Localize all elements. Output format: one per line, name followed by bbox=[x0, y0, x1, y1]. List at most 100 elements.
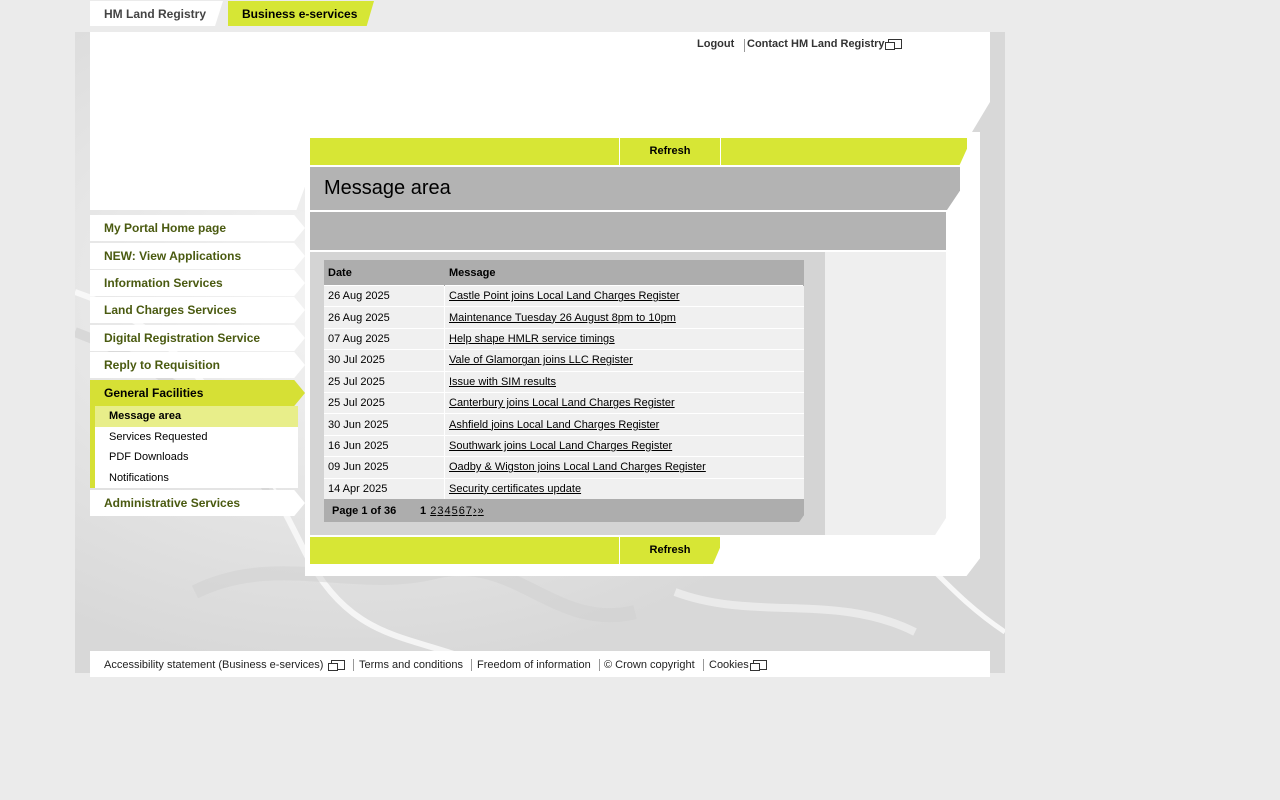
row-message-cell: Southwark joins Local Land Charges Regis… bbox=[444, 434, 804, 457]
subnav-services-requested[interactable]: Services Requested bbox=[95, 427, 298, 448]
page-links: 1 234567›» bbox=[420, 505, 485, 517]
subheader-bar bbox=[310, 212, 946, 250]
page-info: Page 1 of 36 bbox=[332, 505, 397, 517]
nav-land-charges-services[interactable]: Land Charges Services bbox=[90, 297, 305, 323]
contact-link-label: Contact HM Land Registry bbox=[747, 38, 885, 50]
message-link[interactable]: Canterbury joins Local Land Charges Regi… bbox=[449, 397, 675, 409]
footer-divider bbox=[353, 659, 354, 671]
message-link[interactable]: Security certificates update bbox=[449, 483, 581, 495]
row-date: 16 Jun 2025 bbox=[324, 434, 445, 457]
tab-business-e-services[interactable]: Business e-services bbox=[228, 1, 374, 26]
message-link[interactable]: Ashfield joins Local Land Charges Regist… bbox=[449, 419, 659, 431]
messages-table: Date Message 26 Aug 2025 Castle Point joi… bbox=[324, 260, 804, 499]
page-link-5[interactable]: 5 bbox=[452, 505, 458, 517]
nav-view-applications[interactable]: NEW: View Applications bbox=[90, 243, 305, 269]
nav-reply-to-requisition[interactable]: Reply to Requisition bbox=[90, 352, 305, 378]
row-date: 25 Jul 2025 bbox=[324, 391, 445, 414]
footer: Accessibility statement (Business e-serv… bbox=[90, 651, 990, 677]
footer-divider bbox=[703, 659, 704, 671]
nav-information-services[interactable]: Information Services bbox=[90, 270, 305, 296]
subnav-notifications[interactable]: Notifications bbox=[95, 468, 298, 489]
logo-area bbox=[90, 132, 305, 210]
table-row: 30 Jun 2025 Ashfield joins Local Land Cha… bbox=[324, 413, 804, 436]
nav-general-facilities[interactable]: General Facilities bbox=[90, 380, 305, 406]
toolbar-bar-right bbox=[721, 138, 967, 165]
nav-administrative-services[interactable]: Administrative Services bbox=[90, 490, 305, 516]
table-row: 25 Jul 2025 Issue with SIM results bbox=[324, 370, 804, 393]
row-message-cell: Canterbury joins Local Land Charges Regi… bbox=[444, 391, 804, 414]
footer-divider bbox=[471, 659, 472, 671]
logout-link[interactable]: Logout bbox=[697, 38, 734, 50]
page-link-4[interactable]: 4 bbox=[444, 505, 450, 517]
footer-accessibility-label: Accessibility statement (Business e-serv… bbox=[104, 659, 324, 671]
row-message-cell: Security certificates update bbox=[444, 477, 804, 499]
refresh-button-bottom[interactable]: Refresh bbox=[620, 537, 720, 564]
footer-foi-link[interactable]: Freedom of information bbox=[477, 659, 591, 671]
contact-link[interactable]: Contact HM Land Registry bbox=[747, 38, 902, 51]
page-title-bar: Message area bbox=[310, 167, 960, 210]
message-link[interactable]: Help shape HMLR service timings bbox=[449, 333, 615, 345]
row-message-cell: Oadby & Wigston joins Local Land Charges… bbox=[444, 456, 804, 479]
row-message-cell: Vale of Glamorgan joins LLC Register bbox=[444, 349, 804, 372]
footer-copyright-link[interactable]: © Crown copyright bbox=[604, 659, 695, 671]
row-message-cell: Castle Point joins Local Land Charges Re… bbox=[444, 284, 804, 307]
row-date: 09 Jun 2025 bbox=[324, 456, 445, 479]
table-row: 16 Jun 2025 Southwark joins Local Land Ch… bbox=[324, 434, 804, 457]
current-page: 1 bbox=[420, 505, 427, 517]
page-title: Message area bbox=[324, 177, 451, 199]
footer-accessibility-link[interactable]: Accessibility statement (Business e-serv… bbox=[104, 659, 346, 672]
next-page-link[interactable]: › bbox=[473, 505, 477, 517]
page-link-7[interactable]: 7 bbox=[466, 505, 472, 517]
message-link[interactable]: Oadby & Wigston joins Local Land Charges… bbox=[449, 461, 706, 473]
row-date: 26 Aug 2025 bbox=[324, 284, 445, 307]
nav-digital-registration-service[interactable]: Digital Registration Service bbox=[90, 325, 305, 351]
new-window-icon bbox=[749, 660, 767, 672]
bottom-toolbar-bar-left bbox=[310, 537, 619, 564]
table-row: 25 Jul 2025 Canterbury joins Local Land C… bbox=[324, 391, 804, 414]
message-link[interactable]: Castle Point joins Local Land Charges Re… bbox=[449, 290, 680, 302]
table-row: 09 Jun 2025 Oadby & Wigston joins Local L… bbox=[324, 456, 804, 479]
message-link[interactable]: Issue with SIM results bbox=[449, 376, 556, 388]
new-window-icon bbox=[328, 660, 346, 672]
footer-divider bbox=[599, 659, 600, 671]
row-message-cell: Ashfield joins Local Land Charges Regist… bbox=[444, 413, 804, 436]
table-row: 14 Apr 2025 Security certificates update bbox=[324, 477, 804, 499]
refresh-button-top[interactable]: Refresh bbox=[620, 138, 720, 165]
row-message-cell: Issue with SIM results bbox=[444, 370, 804, 393]
row-date: 07 Aug 2025 bbox=[324, 327, 445, 350]
table-row: 30 Jul 2025 Vale of Glamorgan joins LLC R… bbox=[324, 349, 804, 372]
row-message-cell: Help shape HMLR service timings bbox=[444, 327, 804, 350]
row-date: 25 Jul 2025 bbox=[324, 370, 445, 393]
subnav-message-area[interactable]: Message area bbox=[95, 406, 298, 427]
footer-cookies-label: Cookies bbox=[709, 659, 749, 671]
row-date: 30 Jun 2025 bbox=[324, 413, 445, 436]
table-header-row: Date Message bbox=[324, 260, 804, 286]
right-side-panel bbox=[825, 252, 946, 535]
subnav-pdf-downloads[interactable]: PDF Downloads bbox=[95, 447, 298, 468]
subnav-general-facilities: Message area Services Requested PDF Down… bbox=[90, 406, 298, 488]
column-header-message: Message bbox=[444, 260, 804, 286]
row-date: 14 Apr 2025 bbox=[324, 477, 445, 499]
nav-my-portal-home[interactable]: My Portal Home page bbox=[90, 215, 305, 241]
column-header-date: Date bbox=[324, 260, 445, 286]
row-date: 30 Jul 2025 bbox=[324, 349, 445, 372]
table-row: 07 Aug 2025 Help shape HMLR service timin… bbox=[324, 327, 804, 350]
toolbar-bar-left bbox=[310, 138, 619, 165]
footer-cookies-link[interactable]: Cookies bbox=[709, 659, 767, 672]
page-link-6[interactable]: 6 bbox=[459, 505, 465, 517]
header-divider bbox=[744, 39, 745, 52]
table-row: 26 Aug 2025 Maintenance Tuesday 26 August… bbox=[324, 306, 804, 329]
message-link[interactable]: Maintenance Tuesday 26 August 8pm to 10p… bbox=[449, 312, 676, 324]
last-page-link[interactable]: » bbox=[478, 505, 484, 517]
message-link[interactable]: Vale of Glamorgan joins LLC Register bbox=[449, 354, 633, 366]
pagination-bar: Page 1 of 36 1 234567›» bbox=[324, 499, 804, 522]
row-message-cell: Maintenance Tuesday 26 August 8pm to 10p… bbox=[444, 306, 804, 329]
table-row: 26 Aug 2025 Castle Point joins Local Land… bbox=[324, 284, 804, 307]
tab-hm-land-registry[interactable]: HM Land Registry bbox=[90, 1, 223, 26]
page-link-3[interactable]: 3 bbox=[437, 505, 443, 517]
footer-terms-link[interactable]: Terms and conditions bbox=[359, 659, 463, 671]
new-window-icon bbox=[884, 39, 902, 51]
message-link[interactable]: Southwark joins Local Land Charges Regis… bbox=[449, 440, 672, 452]
row-date: 26 Aug 2025 bbox=[324, 306, 445, 329]
page-link-2[interactable]: 2 bbox=[430, 505, 436, 517]
